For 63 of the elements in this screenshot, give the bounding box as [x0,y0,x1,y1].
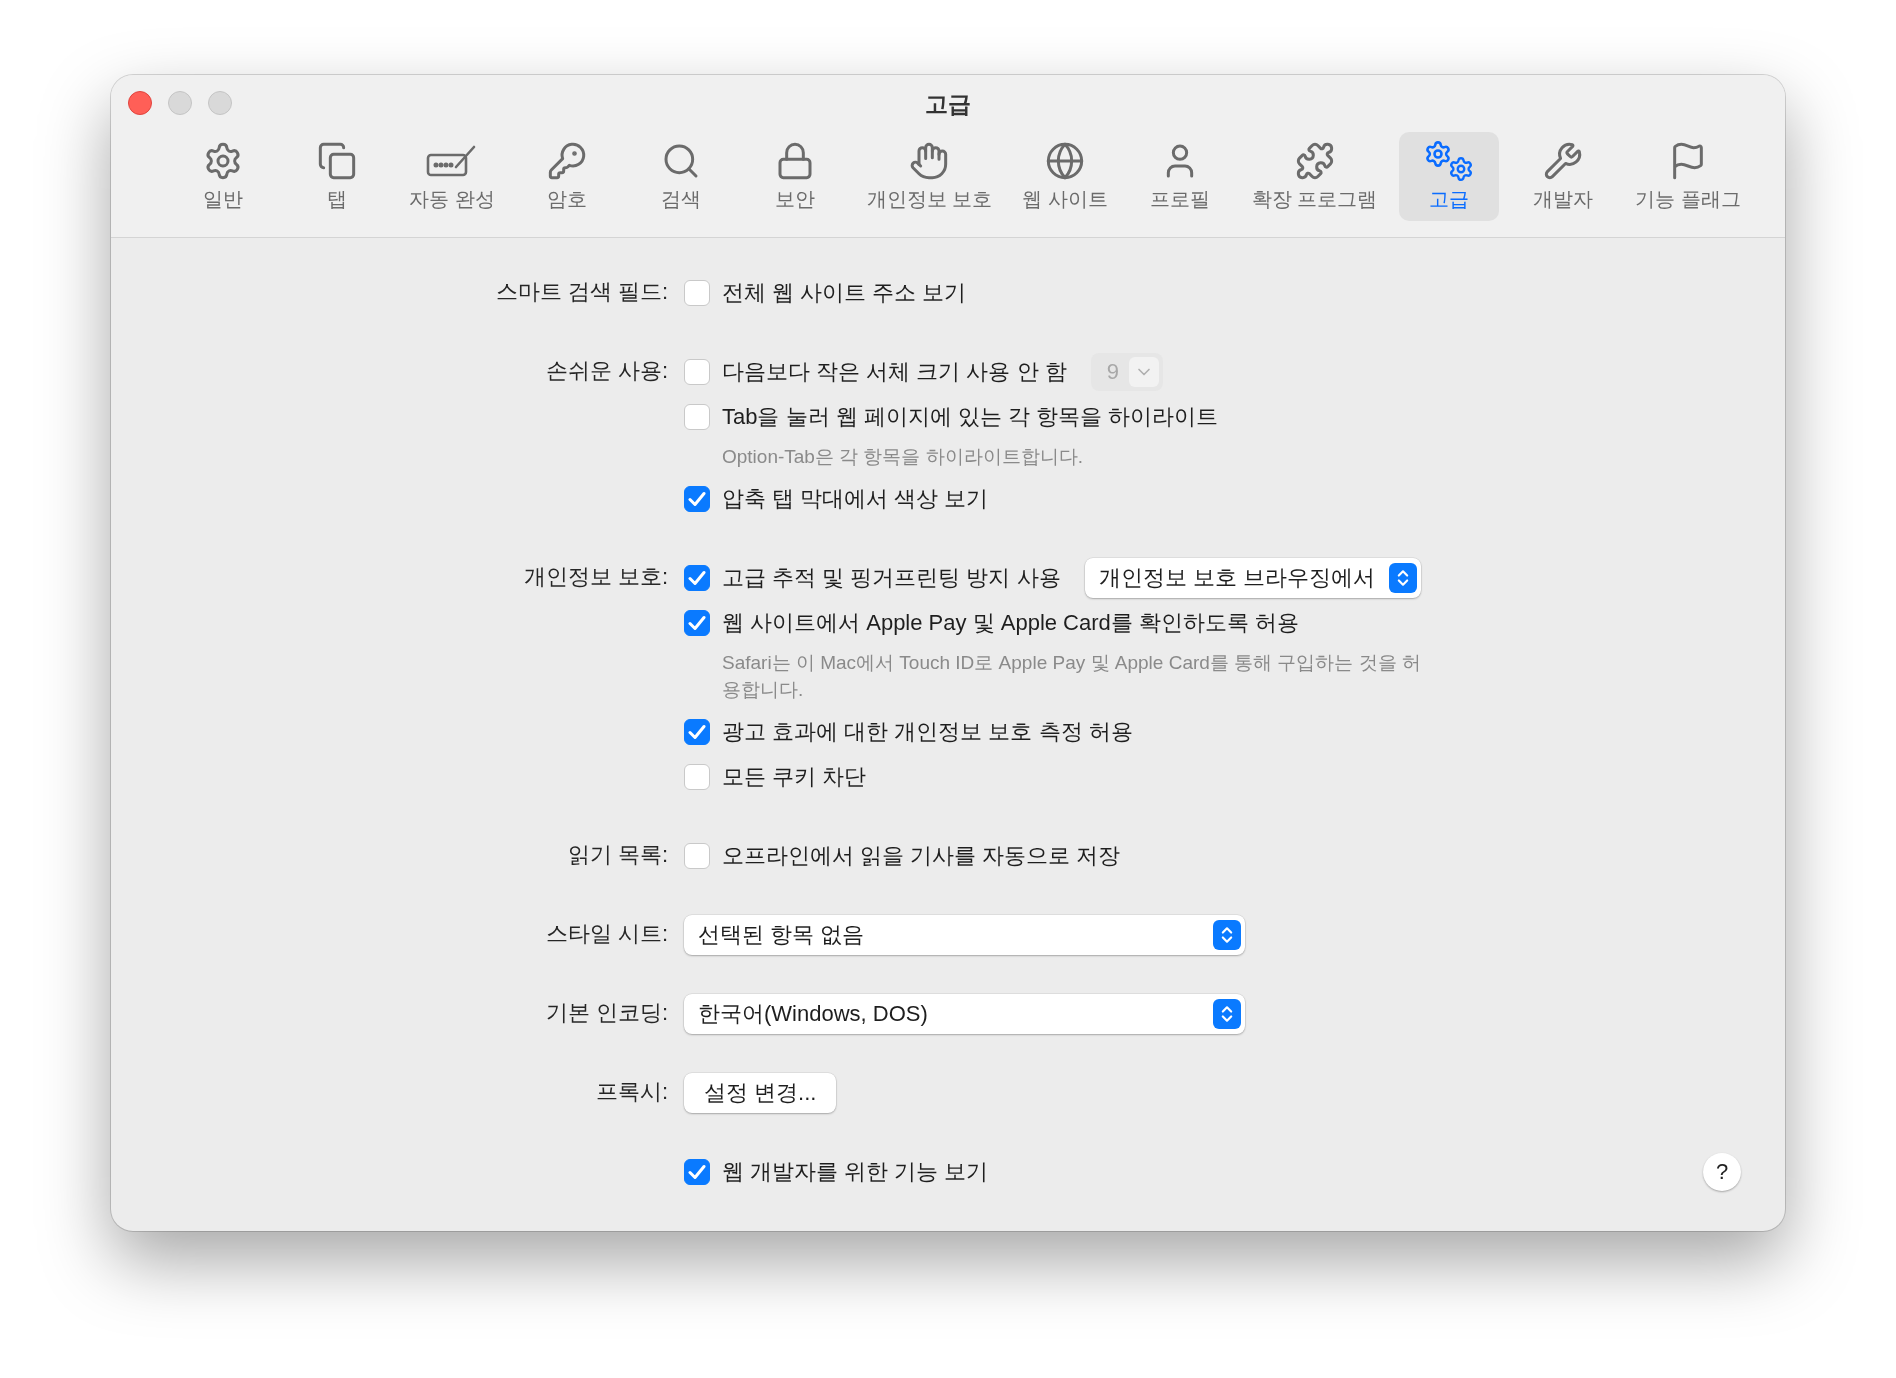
popup-button[interactable]: 한국어(Windows, DOS) [684,993,1245,1034]
checkbox-label[interactable]: 웹 개발자를 위한 기능 보기 [722,1156,989,1187]
checkbox[interactable] [684,718,710,745]
checkbox-label[interactable]: Tab을 눌러 웹 페이지에 있는 각 항목을 하이라이트 [722,401,1219,432]
checkbox[interactable] [684,485,710,512]
puzzle-icon [1294,141,1335,181]
checkbox-label[interactable]: 압축 탭 막대에서 색상 보기 [722,483,989,514]
setting-label: 손쉬운 사용: [544,357,668,385]
minimize-button[interactable] [168,91,192,115]
tabs-icon [317,141,358,181]
toolbar-tab[interactable]: 확장 프로그램 [1243,132,1386,221]
key-icon [546,141,587,181]
hint-text: Safari는 이 Mac에서 Touch ID로 Apple Pay 및 Apple Card를 통해 구입하는 것을 허용합니다. [721,651,1422,702]
checkbox[interactable] [684,609,710,636]
checkbox-label[interactable]: 전체 웹 사이트 주소 보기 [722,277,967,308]
gears-icon [1424,140,1475,182]
checkbox-label[interactable]: 오프라인에서 읽을 기사를 자동으로 저장 [722,840,1121,871]
checkbox-label[interactable]: 다음보다 작은 서체 크기 사용 안 함 [722,356,1067,387]
help-button[interactable]: ? [1703,1152,1741,1191]
toolbar-tab[interactable]: 기능 플래그 [1627,132,1749,221]
checkbox-label[interactable]: 모든 쿠키 차단 [722,761,867,792]
toolbar-tab[interactable]: 프로필 [1129,132,1230,221]
checkmark-icon [688,1163,706,1180]
toolbar-tab[interactable]: 일반 [173,132,274,221]
setting-label: 스타일 시트: [544,920,668,948]
setting-label: 스마트 검색 필드: [494,278,668,306]
checkbox[interactable] [684,842,710,869]
toolbar-tab[interactable]: 개인정보 보호 [858,132,1001,221]
change-settings-button[interactable]: 설정 변경... [684,1072,837,1113]
checkbox[interactable] [684,1158,710,1185]
setting-label: 프록시: [594,1078,668,1106]
checkbox-label[interactable]: 광고 효과에 대한 개인정보 보호 측정 허용 [722,716,1133,747]
setting-label: 읽기 목록: [566,841,668,869]
setting-label: 개인정보 보호: [522,563,668,591]
hint-text: Option-Tab은 각 항목을 하이라이트합니다. [721,445,1085,469]
toolbar-tab[interactable]: 웹 사이트 [1014,132,1116,221]
popup-button[interactable]: 선택된 항목 없음 [684,914,1245,955]
hand-icon [909,141,950,181]
checkmark-icon [688,614,706,631]
checkbox-label[interactable]: 고급 추적 및 핑거프린팅 방지 사용 [722,562,1061,593]
checkmark-icon [688,490,706,507]
checkbox[interactable] [684,564,710,591]
zoom-button[interactable] [208,91,232,115]
checkbox[interactable] [684,763,710,790]
checkmark-icon [688,723,706,740]
toolbar-tab[interactable]: 검색 [630,132,731,221]
close-button[interactable] [128,91,152,115]
keyboard-pen-icon [425,143,478,179]
toolbar-tab[interactable]: 개발자 [1513,132,1614,221]
checkbox-label[interactable]: 웹 사이트에서 Apple Pay 및 Apple Card를 확인하도록 허용 [722,607,1300,638]
toolbar-tab[interactable]: 암호 [516,132,617,221]
toolbar-tab[interactable]: 보안 [744,132,845,221]
window-title: 고급 [925,90,971,119]
setting-label: 기본 인코딩: [544,999,668,1027]
checkbox[interactable] [684,358,710,385]
toolbar-tab[interactable]: 탭 [287,132,388,221]
globe-icon [1045,141,1085,181]
checkbox[interactable] [684,279,710,306]
checkbox[interactable] [684,403,710,430]
popup-button[interactable]: 개인정보 보호 브라우징에서 [1084,557,1421,598]
wrench-icon [1543,141,1584,181]
toolbar-tab[interactable]: 자동 완성 [401,132,503,221]
checkmark-icon [688,569,706,586]
